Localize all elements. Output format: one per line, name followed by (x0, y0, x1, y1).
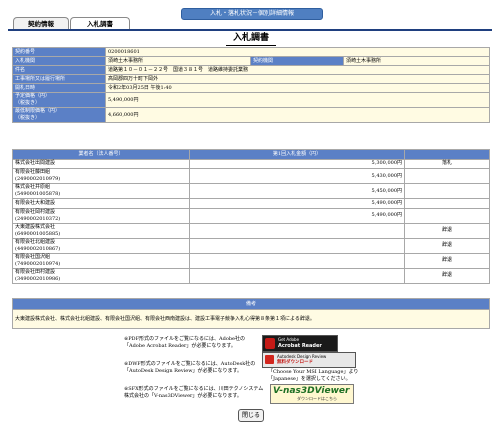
bid-amount (189, 252, 405, 269)
bid-amount (189, 222, 405, 239)
window-title-bar: 入札・落札状況－個別詳細情報 (181, 8, 323, 20)
contract-info-table: 契約番号 0200018601 入札機関 須崎土木事務所 契約機関 須崎土木事務所 件名… (12, 47, 490, 123)
bidder-name: 有限会社大和建設 (12, 198, 190, 209)
bid-row: 株式会社出間建設 5,300,000円 落札 (12, 158, 490, 169)
bid-amount (189, 237, 405, 254)
org-value: 須崎土木事務所 (105, 56, 251, 66)
contract-org-value: 須崎土木事務所 (343, 56, 490, 66)
est-price-label: 予定価格（円） （税抜き） (12, 92, 106, 108)
dwf-note: ※DWF形式のファイルをご覧になるには、AutoDesk社の「AutoDesk … (124, 361, 256, 374)
bid-result (404, 207, 490, 224)
v-nas3dviewer-badge[interactable]: V-nas3DViewer ダウンロードはこちら (270, 384, 354, 404)
acrobat-reader-badge[interactable]: Get Adobe Acrobat Reader (262, 335, 338, 352)
open-date-value: 令和2年03月25日 午後1:40 (105, 83, 490, 93)
bid-amount (189, 267, 405, 284)
remarks-text: 大東建設株式会社、株式会社北組建設、有限会社国沢組、有限会社西南建設は、建設工事… (12, 309, 490, 329)
bidder-column-header: 業者名（法人番号） (12, 149, 190, 160)
bid-row: 有限会社田村建設 (3490002010986) 辞退 (12, 267, 490, 284)
bid-row: 有限会社大和建設 5,490,000円 (12, 198, 490, 209)
v-nas-badge-line2: ダウンロードはこちら (297, 396, 337, 401)
min-price-value: 4,660,000円 (105, 107, 490, 123)
bid-result: 辞退 (404, 252, 490, 269)
place-value: 高岡郡四万十町下岡外 (105, 74, 490, 84)
bid-result (404, 168, 490, 184)
bid-amount: 5,490,000円 (189, 198, 405, 209)
bidder-name: 株式会社出間建設 (12, 158, 190, 169)
bid-result: 落札 (404, 158, 490, 169)
acrobat-icon (265, 338, 275, 349)
bid-amount: 5,490,000円 (189, 207, 405, 224)
bidder-name: 株式会社井原組 (5490001005878) (12, 183, 190, 199)
bidder-name: 大東建設株式会社 (6490001005885) (12, 222, 190, 239)
name-value: 道路第１０－０１－２２号 国道３８１号 道路維持委託業務 (105, 65, 490, 75)
bid-row: 有限会社藤田組 (2490002010979) 5,430,000円 (12, 168, 490, 184)
bidder-name: 有限会社岡村建設 (2490002010372) (12, 207, 190, 224)
pdf-note: ※PDF形式のファイルをご覧になるには、Adobe社の「Adobe Acroba… (124, 336, 246, 349)
bid-amount: 5,450,000円 (189, 183, 405, 199)
bid-row: 有限会社国沢組 (7490002010974) 辞退 (12, 252, 490, 269)
remarks-table: 備考 大東建設株式会社、株式会社北組建設、有限会社国沢組、有限会社西南建設は、建… (12, 298, 490, 329)
org-label: 入札機関 (12, 56, 106, 66)
bid-amount: 5,430,000円 (189, 168, 405, 184)
bid-result (404, 183, 490, 199)
contract-no-value: 0200018601 (105, 47, 490, 57)
bidder-name: 有限会社藤田組 (2490002010979) (12, 168, 190, 184)
result-column-header (404, 149, 490, 160)
remarks-header: 備考 (12, 298, 490, 310)
contract-org-label: 契約機関 (250, 56, 344, 66)
bidder-name: 有限会社田村建設 (3490002010986) (12, 267, 190, 284)
bid-row: 株式会社井原組 (5490001005878) 5,450,000円 (12, 183, 490, 199)
v-nas-badge-line1: V-nas3DViewer (273, 386, 350, 396)
bid-result: 辞退 (404, 237, 490, 254)
autodesk-design-review-badge[interactable]: Autodesk Design Review 無料ダウンロード (262, 352, 356, 368)
min-price-label: 最低制限価格（円） （税抜き） (12, 107, 106, 123)
bid-result: 辞退 (404, 267, 490, 284)
bid-row: 有限会社岡村建設 (2490002010372) 5,490,000円 (12, 207, 490, 224)
page-title: 入札調書 (226, 31, 276, 46)
bid-row: 有限会社北組建設 (4490002010867) 辞退 (12, 237, 490, 254)
close-button[interactable]: 閉じる (238, 409, 264, 422)
name-label: 件名 (12, 65, 106, 75)
place-label: 工事場所又は履行場所 (12, 74, 106, 84)
bidder-name: 有限会社北組建設 (4490002010867) (12, 237, 190, 254)
bid-table: 業者名（法人番号） 第1回入札金額（円） 株式会社出間建設 5,300,000円落… (12, 149, 490, 284)
dwf-language-tip: 「Choose Your MSI Language」より 「Japanese」を… (268, 369, 359, 382)
autodesk-icon (265, 355, 274, 364)
autodesk-badge-line2: 無料ダウンロード (277, 360, 313, 365)
acrobat-badge-line2: Acrobat Reader (278, 343, 322, 349)
bid-result: 辞退 (404, 222, 490, 239)
amount-column-header: 第1回入札金額（円） (189, 149, 405, 160)
sfx-note: ※SFX形式のファイルをご覧になるには、川田テクノシステム株式会社の「V-nas… (124, 386, 264, 399)
est-price-value: 5,490,000円 (105, 92, 490, 108)
contract-no-label: 契約番号 (12, 47, 106, 57)
bid-amount: 5,300,000円 (189, 158, 405, 169)
bidder-name: 有限会社国沢組 (7490002010974) (12, 252, 190, 269)
bid-result (404, 198, 490, 209)
bid-row: 大東建設株式会社 (6490001005885) 辞退 (12, 222, 490, 239)
open-date-label: 開札日時 (12, 83, 106, 93)
